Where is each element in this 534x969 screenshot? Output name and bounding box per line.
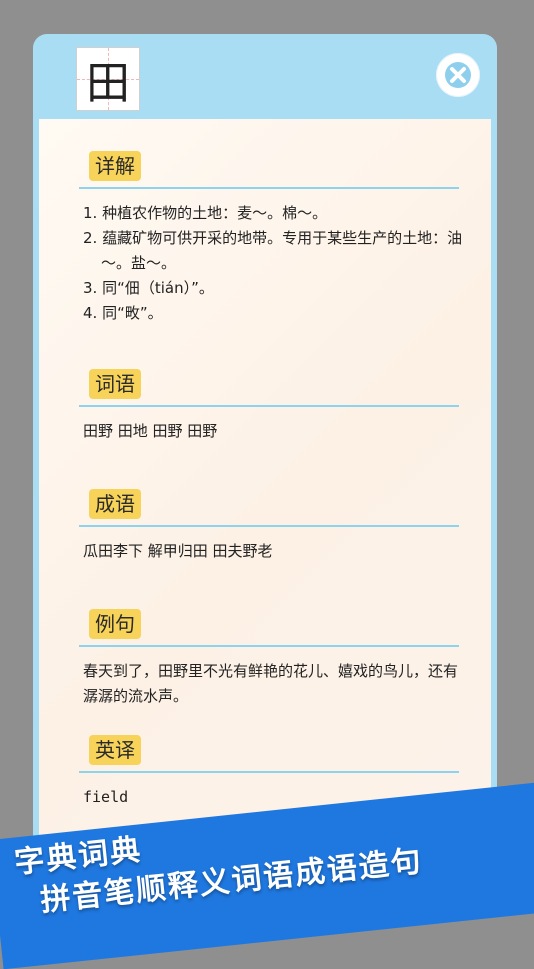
divider <box>79 525 459 527</box>
divider <box>79 645 459 647</box>
idioms-text: 瓜田李下 解甲归田 田夫野老 <box>83 542 273 560</box>
character-box: 田 <box>76 47 140 111</box>
detail-list: 1. 种植农作物的土地：麦～。棉～。 2. 蕴藏矿物可供开采的地带。专用于某些生… <box>83 201 463 326</box>
detail-item: 3. 同“佃（tián）”。 <box>83 279 214 297</box>
detail-item: 2. 蕴藏矿物可供开采的地带。专用于某些生产的土地：油～。盐～。 <box>83 229 463 272</box>
section-title-detail: 详解 <box>89 151 141 181</box>
detail-item: 4. 同“畋”。 <box>83 304 163 322</box>
card-header: 田 <box>36 37 494 121</box>
character: 田 <box>86 58 130 109</box>
words-text: 田野 田地 田野 田野 <box>83 422 218 440</box>
close-icon <box>445 62 471 88</box>
card-frame: 田 详解 1. 种植农作物的土地：麦～。棉～。 2. 蕴藏矿物可供开采的地带。专… <box>36 37 494 914</box>
section-title-english: 英译 <box>89 735 141 765</box>
detail-card: 田 详解 1. 种植农作物的土地：麦～。棉～。 2. 蕴藏矿物可供开采的地带。专… <box>33 34 497 914</box>
divider <box>79 771 459 773</box>
divider <box>79 405 459 407</box>
section-title-words: 词语 <box>89 369 141 399</box>
close-button[interactable] <box>436 53 480 97</box>
section-title-example: 例句 <box>89 609 141 639</box>
section-title-idioms: 成语 <box>89 489 141 519</box>
divider <box>79 187 459 189</box>
detail-item: 1. 种植农作物的土地：麦～。棉～。 <box>83 204 328 222</box>
example-text: 春天到了，田野里不光有鲜艳的花儿、嬉戏的鸟儿，还有潺潺的流水声。 <box>83 662 459 705</box>
